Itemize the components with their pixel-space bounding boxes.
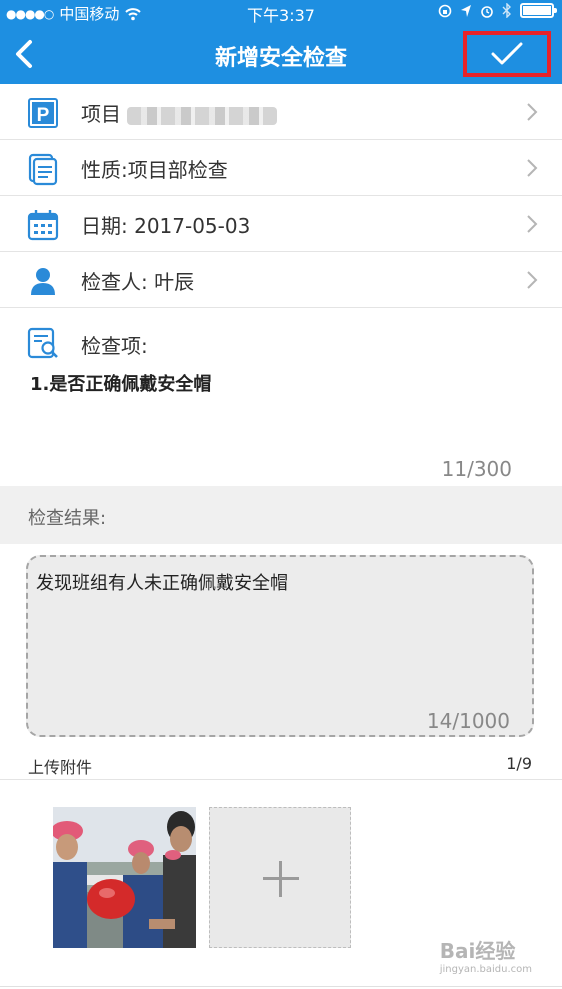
upload-label: 上传附件 [28,758,93,777]
result-text: 发现班组有人未正确佩戴安全帽 [36,573,288,594]
project-name-redacted [127,106,277,125]
chevron-right-icon [527,159,538,177]
result-section-header: 检查结果: [0,486,562,544]
document-stack-icon [28,153,58,186]
project-label: 项目 [81,102,121,126]
inspection-item-label: 检查项: [81,334,148,358]
confirm-button[interactable] [463,31,551,77]
person-icon [31,268,55,295]
add-attachment-button[interactable] [209,807,351,948]
svg-text:P: P [37,105,50,126]
rotation-lock-icon [438,4,452,17]
inspection-item-counter: 11/300 [441,457,512,481]
worksite-photo-image [53,807,196,948]
upload-header: 上传附件 1/9 [0,752,562,780]
date-row[interactable]: 日期: 2017-05-03 [0,196,562,252]
nature-row[interactable]: 性质:项目部检查 [0,140,562,196]
project-row[interactable]: P 项目 [0,84,562,140]
nav-bar: 新增安全检查 [0,24,562,84]
calendar-icon [27,210,59,241]
nature-label: 性质:项目部检查 [81,158,228,182]
result-counter: 14/1000 [426,709,510,733]
checkmark-icon [491,42,523,65]
plus-icon-vertical [279,861,282,897]
location-icon [461,4,471,17]
parking-p-icon: P [28,98,58,128]
chevron-right-icon [527,215,538,233]
inspection-item-content[interactable]: 1.是否正确佩戴安全帽 [30,370,211,396]
result-heading: 检查结果: [28,508,107,529]
document-search-icon [27,327,58,359]
inspector-row[interactable]: 检查人: 叶辰 [0,252,562,308]
battery-icon [520,3,557,18]
chevron-right-icon [527,271,538,289]
alarm-icon [481,5,493,18]
inspection-item-section: 检查项: 1.是否正确佩戴安全帽 11/300 [0,312,562,484]
attachment-thumbnail[interactable] [53,807,196,948]
inspector-label: 检查人: 叶辰 [81,270,195,294]
baidu-jingyan-watermark: Bai经验 jingyan.baidu.com [439,939,532,975]
bottom-divider [0,986,562,987]
date-label: 日期: 2017-05-03 [81,214,251,238]
bluetooth-icon [502,3,511,18]
chevron-right-icon [527,103,538,121]
result-textarea[interactable]: 发现班组有人未正确佩戴安全帽 14/1000 [26,555,534,737]
status-bar: ●●●●○ 中国移动 下午3:37 [0,0,562,25]
upload-count: 1/9 [506,754,532,773]
